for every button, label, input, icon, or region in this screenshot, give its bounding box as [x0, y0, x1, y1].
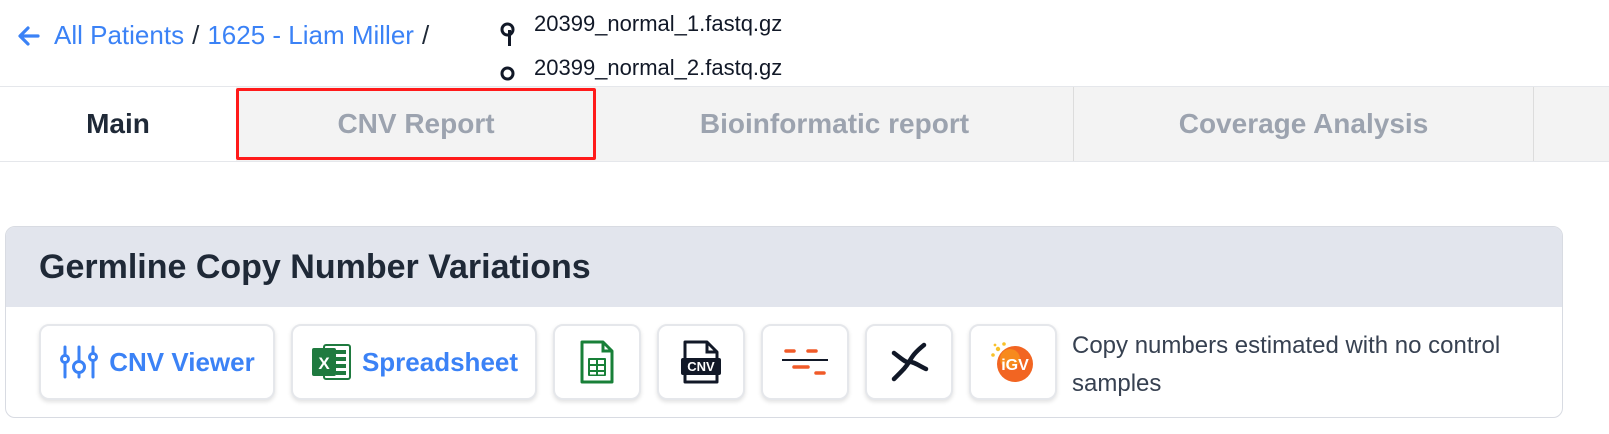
google-sheets-button[interactable]	[553, 324, 641, 400]
breadcrumb-separator: /	[192, 20, 200, 50]
sample-file-name: 20399_normal_2.fastq.gz	[534, 55, 783, 80]
svg-text:iGV: iGV	[1001, 357, 1029, 374]
cnv-file-button[interactable]: CNV	[657, 324, 745, 400]
spreadsheet-label: Spreadsheet	[361, 346, 519, 377]
svg-text:X: X	[318, 354, 330, 373]
tab-bioinformatic-report[interactable]: Bioinformatic report	[596, 87, 1074, 161]
cnv-file-icon: CNV	[679, 339, 723, 385]
sample-file-2: 20399_normal_2.fastq.gz	[500, 46, 782, 90]
breadcrumb-separator: /	[421, 20, 430, 50]
tab-main[interactable]: Main	[0, 87, 236, 161]
cnv-viewer-button[interactable]: CNV Viewer	[39, 324, 275, 400]
excel-icon: X	[310, 342, 352, 382]
google-sheets-icon	[579, 339, 615, 385]
svg-text:CNV: CNV	[687, 359, 715, 374]
card-title: Germline Copy Number Variations	[6, 227, 1562, 307]
header: All Patients / 1625 - Liam Miller / 2039…	[0, 0, 1609, 86]
circle-icon	[500, 17, 515, 36]
breadcrumb: All Patients / 1625 - Liam Miller /	[16, 20, 437, 51]
cnv-viewer-icon	[59, 343, 99, 381]
tab-coverage-analysis[interactable]: Coverage Analysis	[1074, 87, 1534, 161]
circle-icon	[500, 61, 515, 80]
tab-overflow	[1534, 87, 1609, 161]
sample-file-name: 20399_normal_1.fastq.gz	[534, 11, 783, 36]
tab-bar: Main CNV Report Bioinformatic report Cov…	[0, 86, 1609, 162]
igv-icon: iGV	[988, 339, 1038, 385]
chromosome-icon	[886, 339, 932, 385]
card-body: CNV Viewer X Spreadsheet CNV iGV Copy nu…	[6, 307, 1562, 417]
spreadsheet-button[interactable]: X Spreadsheet	[291, 324, 537, 400]
sample-file-1: 20399_normal_1.fastq.gz	[500, 2, 782, 46]
cnv-viewer-label: CNV Viewer	[109, 346, 255, 377]
breadcrumb-all-patients-link[interactable]: All Patients	[54, 20, 184, 51]
segments-icon	[780, 345, 830, 379]
chromosome-button[interactable]	[865, 324, 953, 400]
sample-files: 20399_normal_1.fastq.gz 20399_normal_2.f…	[500, 2, 782, 90]
arrow-left-icon[interactable]	[16, 23, 42, 49]
tab-cnv-report[interactable]: CNV Report	[236, 88, 596, 160]
germline-cnv-card: Germline Copy Number Variations CNV View…	[5, 226, 1563, 418]
segments-button[interactable]	[761, 324, 849, 400]
igv-button[interactable]: iGV	[969, 324, 1057, 400]
cnv-note: Copy numbers estimated with no control s…	[1072, 332, 1501, 397]
breadcrumb-patient-link[interactable]: 1625 - Liam Miller	[207, 20, 414, 51]
